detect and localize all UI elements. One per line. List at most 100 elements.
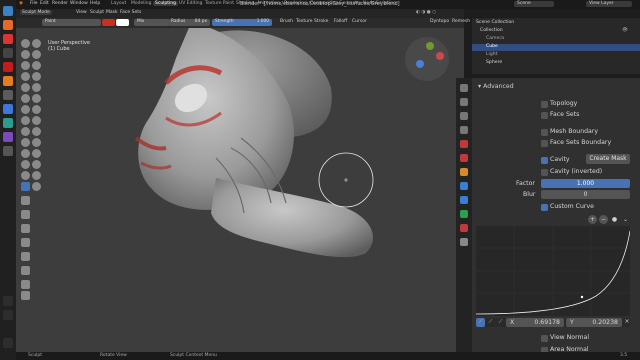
custom-curve-checkbox[interactable] [541,204,548,211]
slide-relax-icon[interactable] [32,149,41,158]
scene-tab-icon[interactable] [460,140,468,148]
clay-brush-icon[interactable] [21,50,30,59]
cavity-checkbox[interactable] [541,157,548,164]
menu-view[interactable]: View [76,10,87,15]
elastic-deform-icon[interactable] [32,116,41,125]
tool-tab-icon[interactable] [460,84,468,92]
material-tab-icon[interactable] [460,224,468,232]
3d-viewport[interactable]: User Perspective (1) Cube [16,28,464,352]
curve-tools-icon[interactable]: ● [610,215,619,224]
settings-icon[interactable] [3,146,13,156]
outliner-item[interactable]: Camera [486,36,504,41]
tab-sculpting[interactable]: Sculpting [153,1,179,6]
volume-icon[interactable] [3,296,13,306]
world-tab-icon[interactable] [460,154,468,162]
menu-face-sets[interactable]: Face Sets [120,10,141,15]
section-advanced[interactable]: ▾ Advanced [478,83,514,90]
network-icon[interactable] [3,310,13,320]
transform-icon[interactable] [21,280,30,289]
mask-brush-icon[interactable] [32,171,41,180]
crease-brush-icon[interactable] [32,72,41,81]
navigation-gizmo[interactable] [402,34,452,84]
handle-auto-icon[interactable]: ⟋ [476,318,485,327]
factor-slider[interactable]: 1.000 [541,179,630,188]
nudge-brush-icon[interactable] [32,138,41,147]
stroke-menu[interactable]: Stroke [314,19,328,24]
curve-x-field[interactable]: X 0.69178 [506,318,564,327]
view-normal-checkbox[interactable] [541,335,548,342]
layer-brush-icon[interactable] [21,61,30,70]
render-tab-icon[interactable] [460,98,468,106]
mesh-filter-icon[interactable] [21,266,30,275]
media-icon[interactable] [3,118,13,128]
multiplane-scrape-icon[interactable] [21,105,30,114]
outliner-item[interactable]: Light [486,52,497,57]
secondary-color-swatch[interactable] [116,19,129,26]
modifier-tab-icon[interactable] [460,182,468,190]
thumb-brush-icon[interactable] [32,127,41,136]
box-hide-icon[interactable] [21,210,30,219]
tab-modeling[interactable]: Modeling [129,1,153,6]
editor-icon[interactable] [3,104,13,114]
rotate-brush-icon[interactable] [21,149,30,158]
blender-icon[interactable] [3,76,13,86]
menu-mask[interactable]: Mask [106,10,118,15]
outliner-item[interactable]: Collection [480,28,503,33]
primary-color-swatch[interactable] [102,19,115,26]
blend-mode-selector[interactable]: Mix [134,19,169,26]
box-trim-icon[interactable] [21,238,30,247]
terminal-icon[interactable] [3,48,13,58]
grab-brush-icon[interactable] [21,116,30,125]
delete-point-icon[interactable]: × [624,318,630,327]
snake-hook-icon[interactable] [21,127,30,136]
scene-selector[interactable]: Scene [514,1,554,7]
view-layer-tab-icon[interactable] [460,126,468,134]
fill-brush-icon[interactable] [21,94,30,103]
handle-vector-icon[interactable]: ⟋ [486,318,495,327]
menu-render[interactable]: Render [52,1,68,6]
tab-texture-paint[interactable]: Texture Paint [203,1,236,6]
box-mask-icon[interactable] [21,196,30,205]
tab-uv-editing[interactable]: UV Editing [177,1,204,6]
blob-brush-icon[interactable] [21,72,30,81]
falloff-menu[interactable]: Falloff [334,19,347,24]
mesh-boundary-checkbox[interactable] [541,129,548,136]
data-tab-icon[interactable] [460,210,468,218]
topology-checkbox[interactable] [541,101,548,108]
curve-menu-icon[interactable]: ⌄ [621,215,630,224]
create-mask-button[interactable]: Create Mask [586,154,630,164]
handle-clamped-icon[interactable]: ⟋ [496,318,505,327]
face-sets-boundary-checkbox[interactable] [541,140,548,147]
mode-selector[interactable]: Sculpt Mode [20,10,52,15]
brush-selector[interactable]: Paint [42,19,101,26]
app-icon[interactable] [3,34,13,44]
annotate-icon[interactable] [21,291,30,300]
dyntopo-menu[interactable]: Dyntopo [430,19,449,24]
outliner-item[interactable]: Scene Collection [476,20,514,25]
tab-layout[interactable]: Layout [109,1,128,6]
zoom-out-icon[interactable]: − [599,215,608,224]
output-tab-icon[interactable] [460,112,468,120]
pinch-brush-icon[interactable] [32,105,41,114]
paint-brush-icon[interactable] [21,182,30,191]
menu-edit[interactable]: Edit [40,1,49,6]
browser-icon[interactable] [3,20,13,30]
cloth-brush-icon[interactable] [32,160,41,169]
flatten-brush-icon[interactable] [32,83,41,92]
outliner-item[interactable]: Sphere [486,60,502,65]
pdf-icon[interactable] [3,62,13,72]
cavity-inverted-checkbox[interactable] [541,169,548,176]
face-sets-checkbox[interactable] [541,112,548,119]
remesh-menu[interactable]: Remesh [452,19,470,24]
object-tab-icon[interactable] [460,168,468,176]
viewport-shading-icons[interactable]: ◐ ◑ ● ○ [416,10,436,15]
clay-strips-brush-icon[interactable] [32,50,41,59]
blur-field[interactable]: 0 [541,190,630,199]
simplify-brush-icon[interactable] [21,171,30,180]
curve-y-field[interactable]: Y 0.20238 [566,318,622,327]
app-launcher-icon[interactable] [3,6,13,16]
draw-brush-icon[interactable] [21,39,30,48]
smear-brush-icon[interactable] [32,182,41,191]
brush-menu[interactable]: Brush [280,19,293,24]
pose-brush-icon[interactable] [21,138,30,147]
